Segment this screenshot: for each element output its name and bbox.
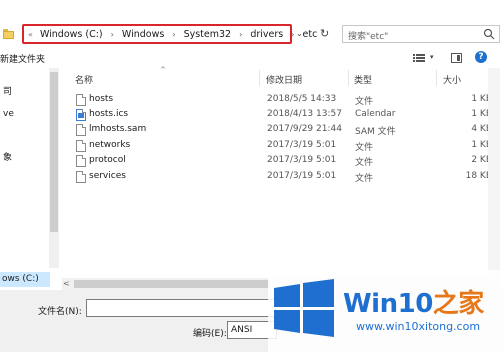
chevron-down-icon[interactable]: ⌄: [296, 29, 306, 39]
breadcrumb-windows[interactable]: Windows: [122, 29, 164, 40]
column-divider[interactable]: [436, 70, 437, 86]
sort-ascending-icon: ^: [160, 66, 166, 74]
filename-input[interactable]: [86, 299, 276, 317]
nav-item[interactable]: 象: [3, 150, 12, 163]
nav-item-label: ows (C:): [2, 274, 39, 284]
breadcrumb-drive[interactable]: Windows (C:): [40, 29, 103, 40]
file-icon: [76, 171, 86, 183]
file-type: 文件: [355, 143, 374, 153]
calendar-file-icon: [76, 109, 86, 121]
file-row[interactable]: lmhosts.sam 2017/9/29 21:44 SAM 文件 4 KB: [70, 123, 496, 138]
breadcrumb: « Windows (C:) › Windows › System32 › dr…: [28, 29, 317, 40]
folder-icon: [3, 29, 15, 39]
file-name: protocol: [89, 155, 126, 165]
breadcrumb-separator-icon[interactable]: ›: [111, 30, 114, 39]
windows-logo-icon: [274, 279, 334, 337]
column-divider[interactable]: [259, 70, 260, 86]
watermark-title-suffix: 之家: [432, 289, 485, 319]
file-name: hosts: [89, 94, 114, 104]
file-icon: [76, 140, 86, 152]
help-icon[interactable]: ?: [475, 51, 487, 63]
search-input[interactable]: 搜索"etc": [342, 25, 500, 43]
file-row[interactable]: hosts.ics 2018/4/13 13:57 Calendar 1 KB: [70, 108, 496, 123]
file-row[interactable]: networks 2017/3/19 5:01 文件 1 KB: [70, 139, 496, 154]
encoding-value: ANSI: [231, 325, 253, 335]
file-icon: [76, 124, 86, 136]
file-icon: [76, 94, 86, 106]
file-type: SAM 文件: [355, 127, 396, 137]
new-folder-button[interactable]: 新建文件夹: [0, 52, 45, 65]
file-modified: 2018/4/13 13:57: [267, 109, 342, 119]
nav-item[interactable]: 司: [3, 84, 12, 97]
file-type: 文件: [355, 158, 374, 168]
search-icon[interactable]: [483, 28, 495, 40]
breadcrumb-separator-icon[interactable]: ›: [172, 30, 175, 39]
toolbar: 新建文件夹 ▾ ?: [0, 50, 504, 66]
encoding-label: 编码(E):: [193, 329, 227, 339]
file-type: 文件: [355, 97, 374, 107]
preview-pane-icon[interactable]: [451, 53, 462, 63]
file-list-scrollbar[interactable]: [488, 68, 500, 278]
filename-label: 文件名(N):: [38, 307, 82, 317]
nav-item[interactable]: ve: [3, 109, 14, 119]
breadcrumb-separator-icon[interactable]: ›: [291, 30, 294, 39]
breadcrumb-separator-icon[interactable]: ›: [239, 30, 242, 39]
file-modified: 2017/3/19 5:01: [267, 140, 337, 150]
horizontal-scrollbar-thumb[interactable]: [74, 280, 269, 288]
file-type: Calendar: [355, 109, 396, 119]
breadcrumb-system32[interactable]: System32: [184, 29, 232, 40]
address-row: « Windows (C:) › Windows › System32 › dr…: [0, 18, 504, 48]
column-divider[interactable]: [348, 70, 349, 86]
address-bar[interactable]: « Windows (C:) › Windows › System32 › dr…: [22, 24, 317, 44]
file-name: networks: [89, 140, 131, 150]
watermark-title: Win10之家: [343, 283, 484, 320]
file-row[interactable]: protocol 2017/3/19 5:01 文件 2 KB: [70, 154, 496, 169]
scroll-left-icon[interactable]: <: [63, 279, 70, 288]
file-name: hosts.ics: [89, 109, 129, 119]
column-header-type[interactable]: 类型: [354, 73, 372, 86]
view-options-icon[interactable]: [413, 53, 425, 63]
chevron-double-left-icon[interactable]: «: [28, 30, 33, 39]
file-modified: 2017/3/19 5:01: [267, 155, 337, 165]
file-row[interactable]: hosts 2018/5/5 14:33 文件 1 KB: [70, 93, 496, 108]
file-type: 文件: [355, 174, 374, 184]
breadcrumb-drivers[interactable]: drivers: [250, 29, 283, 40]
file-name: lmhosts.sam: [89, 124, 147, 134]
column-header-size[interactable]: 大小: [443, 73, 461, 86]
file-modified: 2017/9/29 21:44: [267, 124, 342, 134]
column-header-modified[interactable]: 修改日期: [266, 73, 302, 86]
column-header-name[interactable]: 名称: [75, 73, 93, 86]
nav-scrollbar-thumb[interactable]: [50, 72, 58, 232]
watermark-url: www.win10xitong.com: [356, 320, 481, 333]
refresh-icon[interactable]: ↻: [320, 27, 332, 40]
view-dropdown-icon[interactable]: ▾: [430, 53, 434, 61]
file-modified: 2018/5/5 14:33: [267, 94, 337, 104]
nav-item-drive-selected[interactable]: ows (C:): [0, 272, 50, 287]
file-icon: [76, 155, 86, 167]
file-modified: 2017/3/19 5:01: [267, 171, 337, 181]
search-placeholder: 搜索"etc": [348, 32, 389, 42]
watermark-title-prefix: Win10: [343, 289, 433, 319]
file-name: services: [89, 171, 126, 181]
file-row[interactable]: services 2017/3/19 5:01 文件 18 KB: [70, 170, 496, 185]
